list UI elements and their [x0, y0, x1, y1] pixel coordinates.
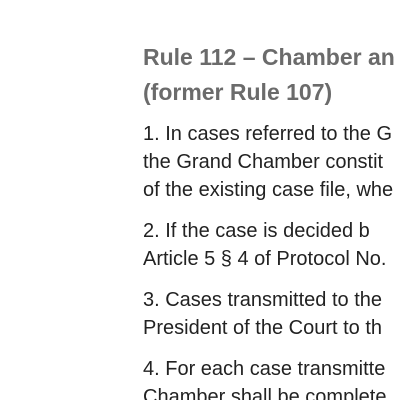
rule-heading-line-1: Rule 112 – Chamber an [143, 44, 395, 70]
paragraph-4-line-1: 4. For each case transmitte [143, 358, 386, 380]
paragraph-2-line-2: Article 5 § 4 of Protocol No. [143, 248, 387, 270]
paragraph-1-line-1: 1. In cases referred to the G [143, 123, 393, 145]
paragraph-1-line-2: the Grand Chamber constit [143, 151, 384, 173]
paragraph-1-line-3: of the existing case file, whe [143, 179, 394, 201]
paragraph-3-line-1: 3. Cases transmitted to the [143, 289, 383, 311]
paragraph-4-line-2: Chamber shall be complete [143, 386, 387, 400]
rule-heading-line-2: (former Rule 107) [143, 79, 333, 105]
document-page: Rule 112 – Chamber an (former Rule 107) … [0, 0, 400, 400]
paragraph-2-line-1: 2. If the case is decided b [143, 220, 370, 242]
paragraph-3-line-2: President of the Court to th [143, 317, 383, 339]
